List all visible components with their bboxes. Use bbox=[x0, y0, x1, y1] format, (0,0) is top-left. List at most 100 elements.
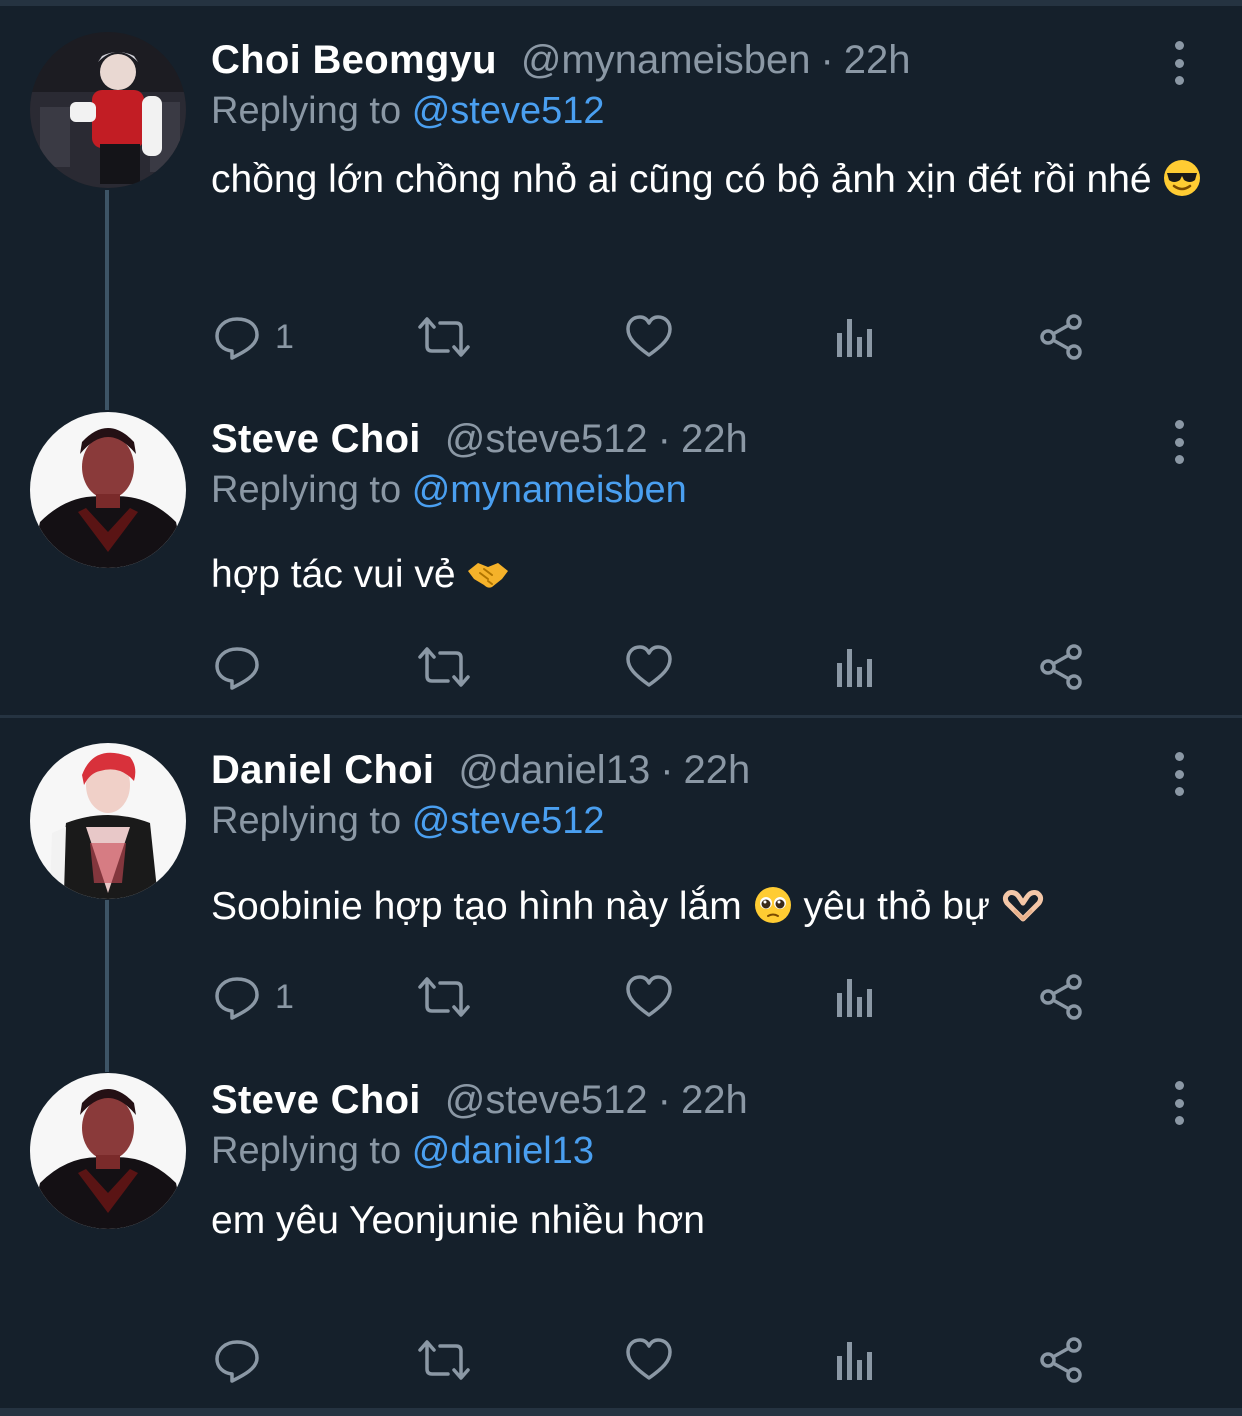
tweet-header: Steve Choi @steve512 · 22h bbox=[211, 417, 748, 469]
tweet-actions bbox=[0, 639, 1242, 695]
tweet-actions bbox=[0, 1332, 1242, 1388]
tweet-text-content: hợp tác vui vẻ bbox=[211, 553, 456, 596]
replying-to: Replying to @mynameisben bbox=[211, 469, 687, 512]
replying-to: Replying to @steve512 bbox=[211, 90, 605, 133]
share-button[interactable] bbox=[1038, 1332, 1086, 1388]
tweet[interactable]: Steve Choi @steve512 · 22h Replying to @… bbox=[0, 412, 1242, 712]
more-vertical-icon bbox=[1174, 1081, 1184, 1090]
retweet-icon bbox=[418, 1340, 470, 1380]
more-options-button[interactable] bbox=[1166, 41, 1192, 85]
replying-mention[interactable]: @steve512 bbox=[412, 90, 605, 132]
smiling-face-with-sunglasses-icon bbox=[1162, 154, 1202, 218]
display-name[interactable]: Choi Beomgyu bbox=[211, 38, 497, 83]
share-button[interactable] bbox=[1038, 639, 1086, 695]
heart-icon bbox=[626, 645, 672, 687]
reply-icon bbox=[215, 317, 259, 360]
analytics-button[interactable] bbox=[836, 1332, 876, 1388]
timestamp[interactable]: 22h bbox=[844, 38, 911, 83]
reply-count: 1 bbox=[275, 977, 294, 1016]
avatar[interactable] bbox=[30, 412, 186, 568]
tweet-text: Soobinie hợp tạo hình này lắm yêu thỏ bự bbox=[211, 875, 1211, 945]
tweet[interactable]: Steve Choi @steve512 · 22h Replying to @… bbox=[0, 1073, 1242, 1393]
analytics-button[interactable] bbox=[836, 309, 876, 365]
display-name[interactable]: Steve Choi bbox=[211, 1078, 421, 1123]
avatar[interactable] bbox=[30, 1073, 186, 1229]
reply-button[interactable]: 1 bbox=[213, 969, 294, 1025]
avatar[interactable] bbox=[30, 743, 186, 899]
more-vertical-icon bbox=[1174, 420, 1184, 429]
tweet-header: Steve Choi @steve512 · 22h bbox=[211, 1078, 748, 1130]
share-button[interactable] bbox=[1038, 309, 1086, 365]
tweet[interactable]: Daniel Choi @daniel13 · 22h Replying to … bbox=[0, 743, 1242, 1043]
replying-mention[interactable]: @daniel13 bbox=[412, 1130, 594, 1172]
user-handle[interactable]: @steve512 bbox=[445, 1078, 648, 1123]
tweet-text-content: em yêu Yeonjunie nhiều hơn bbox=[211, 1199, 705, 1242]
more-vertical-icon bbox=[1174, 752, 1184, 761]
retweet-button[interactable] bbox=[416, 1332, 472, 1388]
tweet-text: chồng lớn chồng nhỏ ai cũng có bộ ảnh xị… bbox=[211, 148, 1211, 218]
display-name[interactable]: Daniel Choi bbox=[211, 748, 434, 793]
share-icon bbox=[1040, 974, 1082, 1020]
heart-icon bbox=[626, 975, 672, 1017]
analytics-icon bbox=[837, 319, 872, 357]
timestamp[interactable]: 22h bbox=[681, 1078, 748, 1123]
retweet-button[interactable] bbox=[416, 639, 472, 695]
analytics-icon bbox=[837, 649, 872, 687]
more-vertical-icon bbox=[1174, 41, 1184, 50]
heart-hands-icon bbox=[1001, 881, 1045, 945]
user-handle[interactable]: @daniel13 bbox=[458, 748, 650, 793]
tweet-header: Choi Beomgyu @mynameisben · 22h bbox=[211, 38, 911, 90]
tweet-text: hợp tác vui vẻ bbox=[211, 543, 1211, 613]
user-handle[interactable]: @steve512 bbox=[445, 417, 648, 462]
reply-button[interactable] bbox=[213, 639, 275, 695]
replying-to: Replying to @daniel13 bbox=[211, 1130, 594, 1173]
retweet-button[interactable] bbox=[416, 309, 472, 365]
tweet-text: em yêu Yeonjunie nhiều hơn bbox=[211, 1189, 1211, 1253]
separator-dot: · bbox=[657, 417, 671, 461]
more-options-button[interactable] bbox=[1166, 420, 1192, 464]
user-handle[interactable]: @mynameisben bbox=[521, 38, 811, 83]
replying-mention[interactable]: @mynameisben bbox=[412, 469, 687, 511]
like-button[interactable] bbox=[625, 639, 673, 695]
timestamp[interactable]: 22h bbox=[684, 748, 751, 793]
pleading-face-icon bbox=[753, 881, 793, 945]
tweet-header: Daniel Choi @daniel13 · 22h bbox=[211, 748, 750, 800]
top-border bbox=[0, 0, 1242, 6]
heart-icon bbox=[626, 315, 672, 357]
tweet-text-content: chồng lớn chồng nhỏ ai cũng có bộ ảnh xị… bbox=[211, 158, 1152, 201]
heart-icon bbox=[626, 1338, 672, 1380]
analytics-button[interactable] bbox=[836, 639, 876, 695]
more-options-button[interactable] bbox=[1166, 1081, 1192, 1125]
handshake-icon bbox=[466, 549, 510, 613]
like-button[interactable] bbox=[625, 1332, 673, 1388]
avatar[interactable] bbox=[30, 32, 186, 188]
share-button[interactable] bbox=[1038, 969, 1086, 1025]
retweet-button[interactable] bbox=[416, 969, 472, 1025]
separator-dot: · bbox=[657, 1078, 671, 1122]
retweet-icon bbox=[418, 647, 470, 687]
like-button[interactable] bbox=[625, 309, 673, 365]
tweet-text-part2: yêu thỏ bự bbox=[803, 885, 991, 928]
reply-icon bbox=[215, 647, 259, 690]
tweet-actions: 1 bbox=[0, 309, 1242, 365]
analytics-button[interactable] bbox=[836, 969, 876, 1025]
analytics-icon bbox=[837, 979, 872, 1017]
share-icon bbox=[1040, 314, 1082, 360]
reply-icon bbox=[215, 1340, 259, 1383]
thread-divider bbox=[0, 715, 1242, 718]
reply-count: 1 bbox=[275, 317, 294, 356]
reply-button[interactable] bbox=[213, 1332, 275, 1388]
retweet-icon bbox=[418, 977, 470, 1017]
replying-mention[interactable]: @steve512 bbox=[412, 800, 605, 842]
like-button[interactable] bbox=[625, 969, 673, 1025]
replying-prefix: Replying to bbox=[211, 1130, 402, 1172]
timestamp[interactable]: 22h bbox=[681, 417, 748, 462]
tweet-actions: 1 bbox=[0, 969, 1242, 1025]
tweet[interactable]: Choi Beomgyu @mynameisben · 22h Replying… bbox=[0, 32, 1242, 372]
replying-prefix: Replying to bbox=[211, 800, 402, 842]
replying-prefix: Replying to bbox=[211, 90, 402, 132]
more-options-button[interactable] bbox=[1166, 752, 1192, 796]
reply-button[interactable]: 1 bbox=[213, 309, 294, 365]
display-name[interactable]: Steve Choi bbox=[211, 417, 421, 462]
separator-dot: · bbox=[660, 748, 674, 792]
